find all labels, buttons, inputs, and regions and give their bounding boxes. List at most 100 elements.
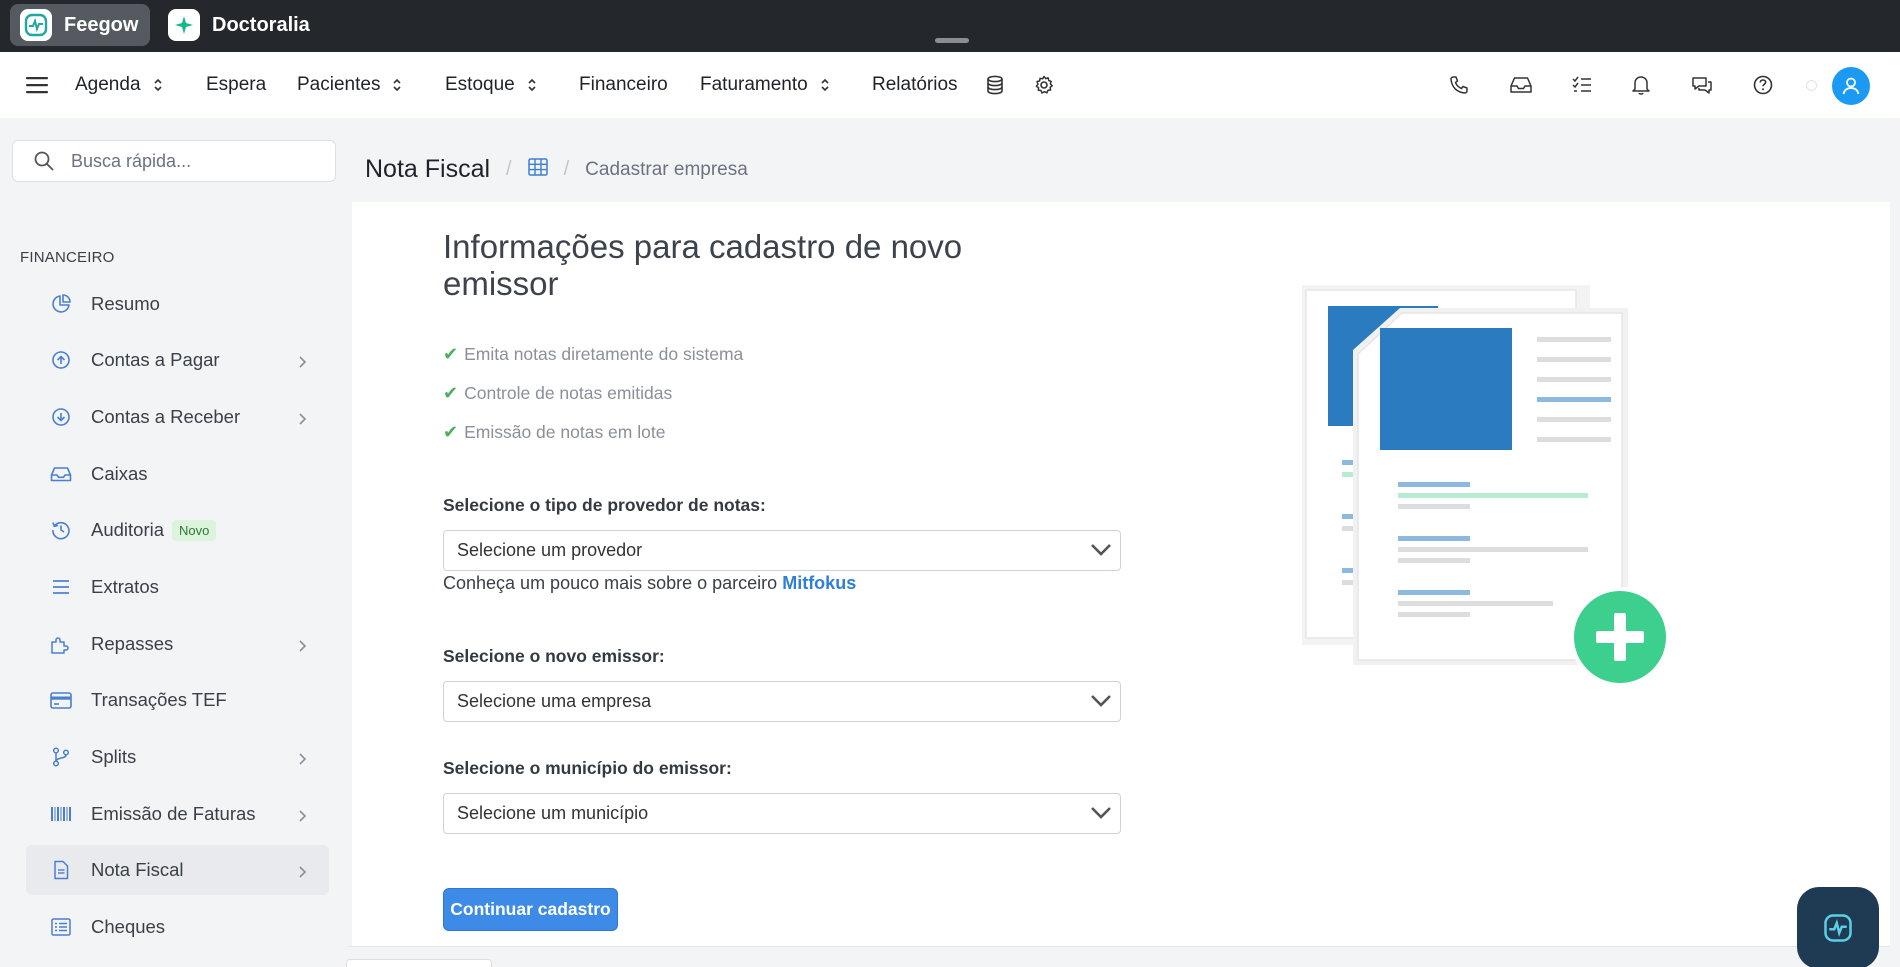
- tab-doctoralia[interactable]: Doctoralia: [158, 4, 322, 46]
- grid-home-icon[interactable]: [527, 157, 548, 182]
- chevron-right-icon: [298, 636, 307, 658]
- provider-label: Selecione o tipo de provedor de notas:: [443, 495, 766, 515]
- user-avatar-button[interactable]: [1832, 67, 1870, 105]
- sidebar-item-transacoes-tef[interactable]: Transações TEF: [26, 675, 329, 725]
- issuer-label: Selecione o novo emissor:: [443, 646, 665, 666]
- new-badge: Novo: [172, 519, 217, 541]
- check-icon: ✔: [443, 344, 459, 364]
- chevron-down-icon: [1091, 695, 1111, 707]
- branch-icon: [50, 746, 72, 768]
- arrow-up-circle-icon: [50, 349, 72, 371]
- sidebar-item-resumo[interactable]: Resumo: [26, 279, 329, 329]
- sidebar-section-title: FINANCEIRO: [20, 249, 115, 266]
- search-icon: [34, 151, 54, 171]
- drag-handle[interactable]: [935, 38, 969, 43]
- feegow-assistant-icon: [1824, 914, 1852, 942]
- footer-divider: [348, 946, 1890, 947]
- sidebar-item-label: Cheques: [91, 916, 166, 937]
- phone-icon: [1450, 76, 1468, 94]
- database-icon: [987, 75, 1003, 95]
- nav-agenda[interactable]: Agenda: [75, 52, 163, 118]
- city-select[interactable]: Selecione um município: [443, 793, 1121, 834]
- check-icon: ✔: [443, 383, 459, 403]
- status-dot: [1806, 80, 1817, 91]
- sidebar-item-repasses[interactable]: Repasses: [26, 619, 329, 669]
- nav-estoque-label: Estoque: [445, 74, 515, 95]
- credit-card-icon: [50, 689, 72, 711]
- breadcrumb: Nota Fiscal / / Cadastrar empresa: [365, 155, 748, 184]
- sidebar-item-cheques[interactable]: Cheques: [26, 902, 329, 952]
- feature-text: Emissão de notas em lote: [464, 422, 666, 442]
- chevron-right-icon: [298, 409, 307, 431]
- bell-icon: [1632, 76, 1650, 95]
- menu-toggle-button[interactable]: [26, 52, 50, 118]
- breadcrumb-separator: /: [563, 158, 570, 180]
- nav-pacientes[interactable]: Pacientes: [297, 52, 402, 118]
- nav-estoque[interactable]: Estoque: [445, 52, 537, 118]
- footer-control[interactable]: [346, 959, 492, 967]
- continue-button[interactable]: Continuar cadastro: [443, 888, 618, 931]
- sidebar-item-label: Contas a Receber: [91, 406, 241, 427]
- chevron-right-icon: [298, 806, 307, 828]
- settings-button[interactable]: [1034, 52, 1054, 118]
- support-chat-button[interactable]: [1797, 887, 1879, 967]
- breadcrumb-separator: /: [506, 158, 512, 180]
- help-text: Conheça um pouco mais sobre o parceiro: [443, 573, 778, 593]
- feature-item: ✔ Emita notas diretamente do sistema: [443, 344, 743, 365]
- main-navbar: Agenda Espera Pacientes Estoque Financei…: [0, 52, 1900, 118]
- provider-select[interactable]: Selecione um provedor: [443, 530, 1121, 571]
- sidebar-item-label: Caixas: [91, 463, 148, 484]
- form-heading: Informações para cadastro de novo emisso…: [443, 228, 963, 302]
- sidebar-item-contas-a-receber[interactable]: Contas a Receber: [26, 392, 329, 442]
- list-alt-icon: [50, 916, 72, 938]
- sidebar-item-label: Repasses: [91, 633, 174, 654]
- file-icon: [50, 859, 72, 881]
- sidebar-item-label: Transações TEF: [91, 689, 227, 710]
- sidebar-item-contas-a-pagar[interactable]: Contas a Pagar: [26, 335, 329, 385]
- sidebar-item-label: Nota Fiscal: [91, 859, 184, 880]
- phone-button[interactable]: [1448, 52, 1470, 118]
- sidebar-item-emissao-de-faturas[interactable]: Emissão de Faturas: [26, 789, 329, 839]
- nav-financeiro-label: Financeiro: [579, 74, 668, 95]
- arrow-down-circle-icon: [50, 406, 72, 428]
- sidebar-item-nota-fiscal[interactable]: Nota Fiscal: [26, 845, 329, 895]
- quick-search-input[interactable]: [71, 150, 311, 172]
- inbox-button[interactable]: [1509, 52, 1533, 118]
- sidebar-item-label: Emissão de Faturas: [91, 803, 256, 824]
- barcode-icon: [50, 803, 72, 825]
- help-icon: [1753, 75, 1773, 95]
- issuer-select[interactable]: Selecione uma empresa: [443, 681, 1121, 722]
- feature-text: Controle de notas emitidas: [464, 383, 673, 403]
- nav-espera[interactable]: Espera: [206, 52, 266, 118]
- sidebar-item-splits[interactable]: Splits: [26, 732, 329, 782]
- feature-text: Emita notas diretamente do sistema: [464, 344, 744, 364]
- inbox-icon: [50, 463, 72, 485]
- database-button[interactable]: [986, 52, 1004, 118]
- pie-chart-icon: [50, 293, 72, 315]
- sidebar-item-label: Contas a Pagar: [91, 349, 220, 370]
- chevron-right-icon: [298, 862, 307, 884]
- mitfokus-link[interactable]: Mitfokus: [782, 573, 856, 593]
- browser-tab-bar: Feegow Doctoralia: [0, 0, 1900, 52]
- sidebar-item-extratos[interactable]: Extratos: [26, 562, 329, 612]
- sidebar-item-label: Extratos: [91, 576, 159, 597]
- sidebar-item-caixas[interactable]: Caixas: [26, 449, 329, 499]
- breadcrumb-current: Cadastrar empresa: [585, 158, 748, 180]
- sidebar-item-auditoria[interactable]: Auditoria Novo: [26, 505, 329, 555]
- chat-button[interactable]: [1690, 52, 1714, 118]
- puzzle-icon: [50, 633, 72, 655]
- tasks-icon: [1572, 76, 1591, 92]
- nav-financeiro[interactable]: Financeiro: [579, 52, 668, 118]
- nav-relatorios[interactable]: Relatórios: [872, 52, 958, 118]
- feegow-logo-icon: [20, 9, 52, 41]
- tasks-button[interactable]: [1572, 52, 1592, 118]
- tab-feegow[interactable]: Feegow: [10, 4, 151, 46]
- updown-chevron-icon: [821, 78, 829, 92]
- nav-faturamento[interactable]: Faturamento: [700, 52, 830, 118]
- chat-icon: [1692, 77, 1712, 94]
- quick-search[interactable]: [12, 140, 336, 182]
- help-button[interactable]: [1752, 52, 1774, 118]
- notifications-button[interactable]: [1631, 52, 1651, 118]
- updown-chevron-icon: [153, 78, 162, 92]
- chevron-down-icon: [1091, 807, 1111, 819]
